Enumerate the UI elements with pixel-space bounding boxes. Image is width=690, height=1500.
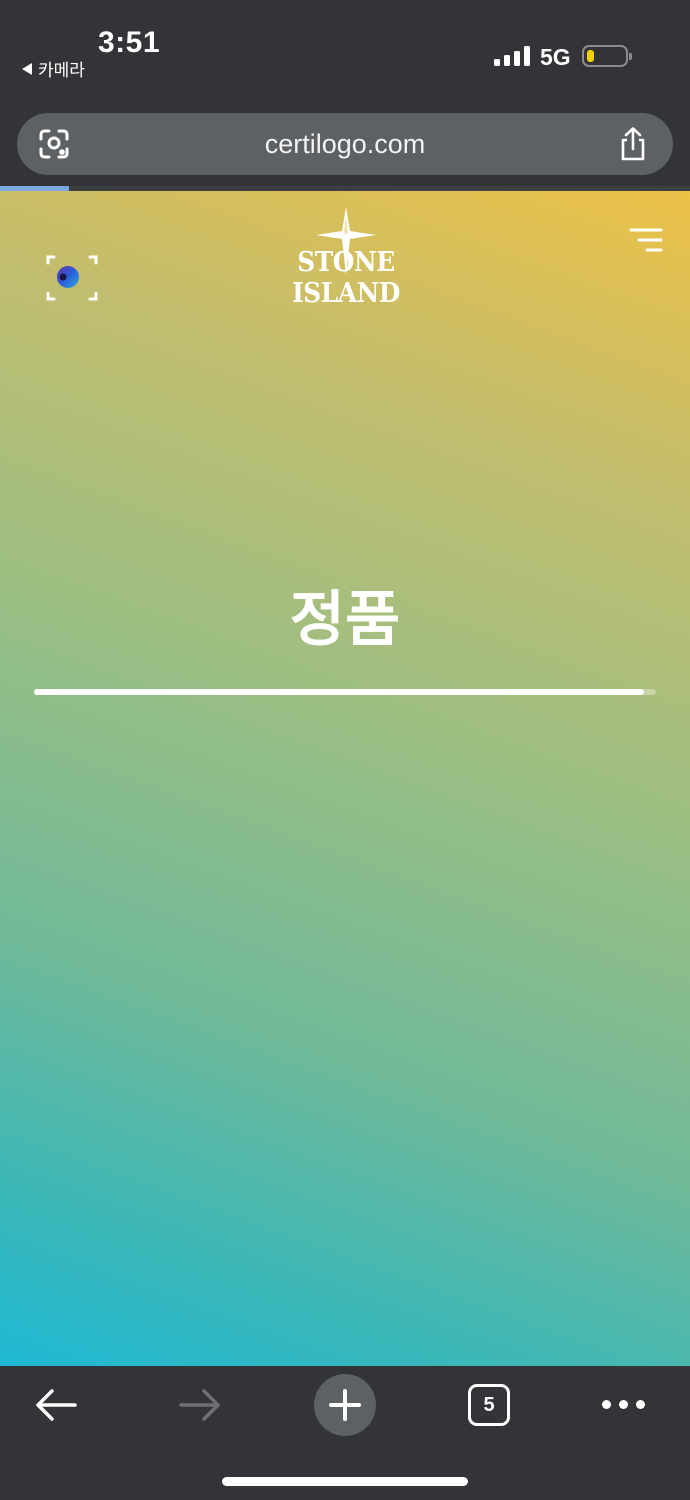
cellular-signal-icon: [494, 46, 530, 66]
share-icon[interactable]: [617, 127, 649, 161]
network-type: 5G: [540, 44, 571, 70]
forward-button[interactable]: [172, 1380, 228, 1430]
plus-icon: [329, 1389, 361, 1421]
brand-name: STONE ISLAND: [292, 247, 400, 309]
back-arrow-icon: [36, 1389, 77, 1421]
battery-fill: [587, 50, 594, 62]
back-triangle-icon: [22, 62, 32, 75]
back-app-label: 카메라: [38, 61, 85, 81]
forward-arrow-icon: [179, 1389, 220, 1421]
web-page: STONE ISLAND 정품: [0, 191, 690, 1366]
result-progress-fill: [34, 689, 644, 695]
more-icon: [601, 1399, 611, 1409]
address-bar[interactable]: certilogo.com: [17, 113, 673, 175]
tab-switcher-button[interactable]: 5: [468, 1384, 510, 1426]
back-button[interactable]: [28, 1380, 84, 1430]
new-tab-button[interactable]: [314, 1374, 376, 1436]
status-bar: 3:51 카메라 5G: [0, 0, 690, 100]
brand-logo[interactable]: STONE ISLAND: [242, 207, 450, 309]
tab-count: 5: [483, 1393, 495, 1416]
scan-icon[interactable]: [38, 249, 100, 307]
authenticity-verdict: 정품: [289, 585, 401, 655]
more-options-button[interactable]: [596, 1384, 650, 1424]
result-progress-track: [34, 689, 656, 695]
status-time: 3:51: [98, 26, 161, 59]
back-to-app-link[interactable]: 카메라: [22, 56, 85, 81]
battery-icon: [582, 45, 632, 67]
menu-icon[interactable]: [628, 227, 664, 253]
home-indicator[interactable]: [222, 1477, 468, 1486]
url-text[interactable]: certilogo.com: [17, 129, 673, 160]
